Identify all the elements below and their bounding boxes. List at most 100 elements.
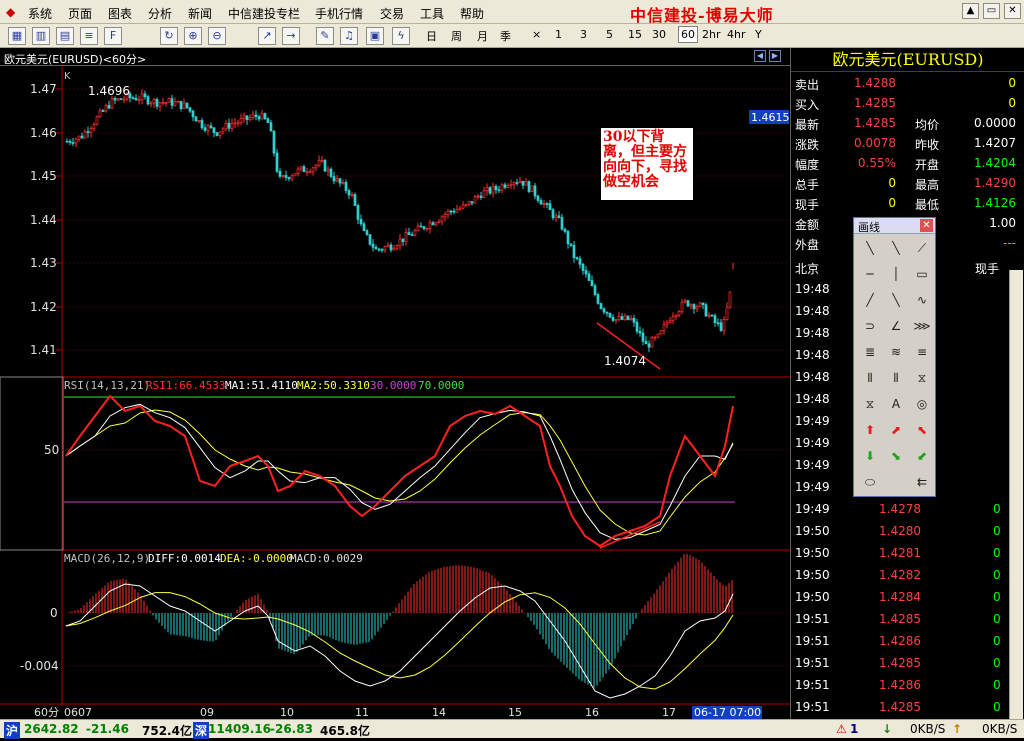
upleft-arrow-icon[interactable]: ⬉ (912, 420, 932, 440)
quote-label: 开盘 (915, 158, 940, 172)
period-3[interactable]: 3 (580, 28, 587, 41)
circle-icon[interactable]: ◎ (912, 394, 932, 414)
candle-body (620, 316, 624, 320)
arc-icon[interactable]: ⊃ (860, 316, 880, 336)
list-icon[interactable]: ≡ (80, 27, 98, 45)
eraser-icon[interactable]: ⬭ (860, 472, 880, 492)
menu-1[interactable]: 页面 (68, 5, 92, 22)
blank-icon[interactable] (886, 472, 906, 492)
tick-time: 19:50 (795, 546, 830, 560)
alert-icon[interactable]: ⚠ (836, 722, 847, 736)
down-arrow-icon[interactable]: ⬇ (860, 446, 880, 466)
period-15[interactable]: 15 (628, 28, 642, 41)
period-月[interactable]: 月 (477, 28, 488, 44)
channel-icon[interactable]: ⟋ (912, 238, 932, 258)
draw-icon[interactable]: ✎ (316, 27, 334, 45)
rect-icon[interactable]: ▭ (912, 264, 932, 284)
lightning-icon[interactable]: ϟ (392, 27, 410, 45)
time-icon[interactable]: ⧖ (860, 394, 880, 414)
menu-2[interactable]: 图表 (108, 5, 132, 22)
candle-body (173, 101, 177, 106)
candle-body (716, 322, 720, 325)
candle-body (464, 204, 468, 206)
fan-icon[interactable]: ⋙ (912, 316, 932, 336)
period-日[interactable]: 日 (426, 28, 437, 44)
grid-icon[interactable]: ▦ (8, 27, 26, 45)
fib-icon[interactable]: ≣ (860, 342, 880, 362)
vline-icon[interactable]: │ (886, 264, 906, 284)
candle-body (719, 322, 723, 331)
bar-icon[interactable]: ▥ (32, 27, 50, 45)
minimize-button[interactable]: ▲ (962, 3, 979, 19)
menu-6[interactable]: 手机行情 (315, 5, 363, 22)
downleft-arrow-icon[interactable]: ⬋ (912, 446, 932, 466)
menu-0[interactable]: 系统 (28, 5, 52, 22)
period-4hr[interactable]: 4hr (727, 28, 746, 41)
candle-body (122, 98, 126, 101)
hline-icon[interactable]: ─ (860, 264, 880, 284)
period-60[interactable]: 60 (678, 26, 698, 43)
app-menu-icon[interactable]: ◆ (6, 5, 15, 19)
spiral-icon[interactable]: ⧖ (912, 368, 932, 388)
period-季[interactable]: 季 (500, 28, 511, 44)
menu-5[interactable]: 中信建投专栏 (228, 5, 300, 22)
drawing-toolbox-titlebar[interactable]: 画线 ✕ (854, 218, 935, 234)
period-周[interactable]: 周 (451, 28, 462, 44)
candle-body (626, 315, 630, 321)
period-30[interactable]: 30 (652, 28, 666, 41)
close-button[interactable]: ✕ (1004, 3, 1021, 19)
scroll-left-icon[interactable]: ◀ (754, 50, 766, 62)
menu-7[interactable]: 交易 (380, 5, 404, 22)
level-icon[interactable]: ≡ (912, 342, 932, 362)
drawing-toolbox-title: 画线 (858, 221, 880, 234)
ticks-header-time: 北京 (795, 262, 820, 276)
candle-icon[interactable]: ▤ (56, 27, 74, 45)
f10-icon[interactable]: F (104, 27, 122, 45)
delete-icon[interactable]: ⇇ (912, 472, 932, 492)
candle-body (437, 220, 441, 223)
tick-list-scrollbar[interactable] (1009, 270, 1023, 719)
menu-9[interactable]: 帮助 (460, 5, 484, 22)
gann-icon[interactable]: ≋ (886, 342, 906, 362)
ray-icon[interactable]: ╲ (886, 238, 906, 258)
downright-arrow-icon[interactable]: ⬊ (886, 446, 906, 466)
export-icon[interactable]: ↗ (258, 27, 276, 45)
zoom-out-icon[interactable]: ⊖ (208, 27, 226, 45)
angle-icon[interactable]: ∠ (886, 316, 906, 336)
upright-arrow-icon[interactable]: ⬈ (886, 420, 906, 440)
refresh-icon[interactable]: ↻ (160, 27, 178, 45)
candle-body (68, 140, 72, 143)
scroll-right-icon[interactable]: ▶ (769, 50, 781, 62)
cycle-icon[interactable]: ⦀ (886, 368, 906, 388)
period-Y[interactable]: Y (755, 28, 762, 41)
status-alert-count[interactable]: 1 (850, 722, 858, 736)
period-×[interactable]: × (532, 28, 541, 41)
gallery-icon[interactable]: ▣ (366, 27, 384, 45)
restore-button[interactable]: ▭ (983, 3, 1000, 19)
tick-row: 19:49 1.4278 0 (791, 499, 1011, 521)
alarm-icon[interactable]: ♫ (340, 27, 358, 45)
zoom-in-icon[interactable]: ⊕ (184, 27, 202, 45)
menu-3[interactable]: 分析 (148, 5, 172, 22)
candle-body (320, 159, 324, 162)
close-icon[interactable]: ✕ (920, 219, 933, 232)
candle-body (65, 140, 69, 143)
menu-4[interactable]: 新闻 (188, 5, 212, 22)
backslash-icon[interactable]: ╲ (886, 290, 906, 310)
period-icon[interactable]: ⦀ (860, 368, 880, 388)
text-icon[interactable]: A (886, 394, 906, 414)
import-icon[interactable]: → (282, 27, 300, 45)
drawing-toolbox[interactable]: 画线 ✕ ╲ ╲ ⟋ ─ │ ▭ ╱ ╲ ∿ ⊃ ∠ ⋙ ≣ ≋ ≡ ⦀ ⦀ ⧖ ⧖ A ◎ ⬆ ⬈ ⬉ ⬇ ⬊ ⬋ ⬭ ⇇ (853, 217, 936, 497)
period-2hr[interactable]: 2hr (702, 28, 721, 41)
line-icon[interactable]: ╲ (860, 238, 880, 258)
segment-icon[interactable]: ╱ (860, 290, 880, 310)
menu-8[interactable]: 工具 (420, 5, 444, 22)
wave-icon[interactable]: ∿ (912, 290, 932, 310)
candle-body (701, 302, 705, 306)
candle-body (503, 184, 507, 188)
status-sz-label: 深 (193, 722, 210, 739)
macd-legend-macd: MACD:0.0029 (290, 552, 363, 565)
up-arrow-icon[interactable]: ⬆ (860, 420, 880, 440)
period-5[interactable]: 5 (606, 28, 613, 41)
period-1[interactable]: 1 (555, 28, 562, 41)
